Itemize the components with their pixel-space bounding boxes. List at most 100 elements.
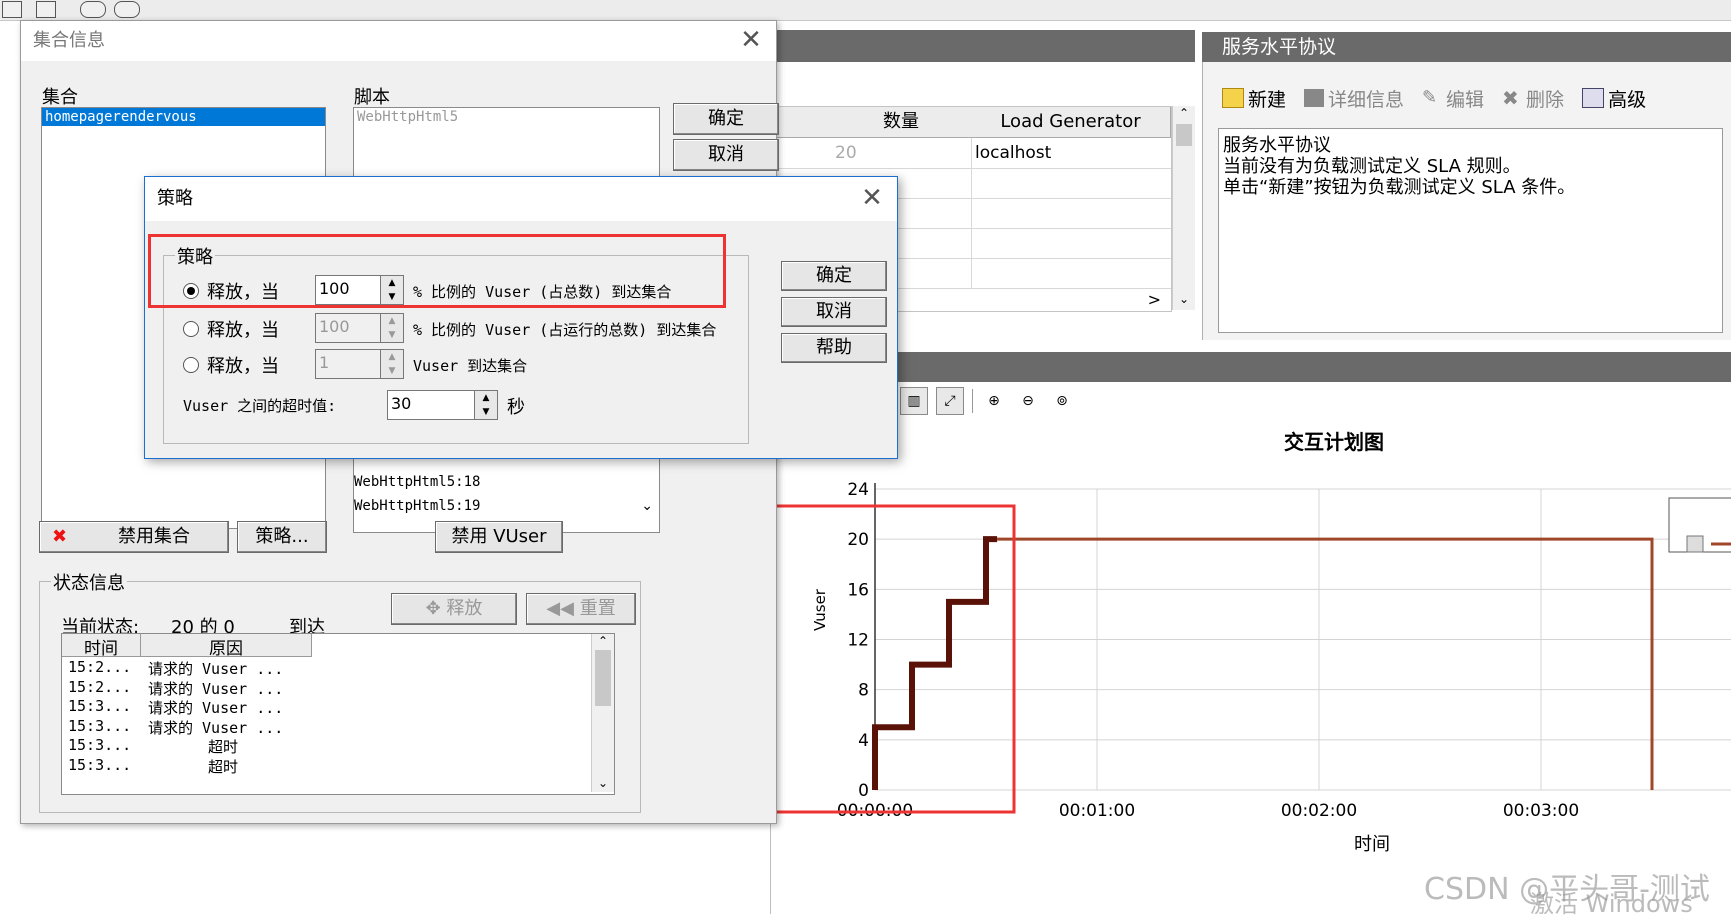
list-item[interactable]: WebHttpHtml5:19 [354,498,480,514]
log-scrollbar[interactable]: ⌃ ⌄ [591,634,614,792]
timeout-label: Vuser 之间的超时值: [183,397,337,415]
list-item[interactable]: WebHttpHtml5:18 [354,474,480,490]
chart-bar-view-icon[interactable]: ▥ [900,387,928,415]
zoom-reset-icon[interactable]: ⊚ [1049,388,1075,414]
release-button[interactable]: ✥ 释放 [391,593,517,625]
log-reason-cell: 超时 [208,738,239,756]
sla-edit-button[interactable]: ✎ 编辑 [1422,85,1484,112]
scroll-right-icon[interactable]: > [1148,290,1161,309]
table-row[interactable]: 15:2... 请求的 Vuser ... [68,678,548,698]
percent-running-input[interactable]: 100 ▲ ▼ [315,313,404,343]
toolbar-link-icon[interactable] [80,1,106,18]
scroll-down-icon[interactable]: ⌄ [641,498,653,514]
collection-label: 集合 [42,87,78,108]
scroll-thumb[interactable] [1176,124,1192,146]
disable-collection-label: 禁用集合 [118,526,190,547]
log-reason-cell: 请求的 Vuser ... [148,660,284,678]
policy-help-button[interactable]: 帮助 [781,333,887,363]
chart-series [872,536,1654,790]
scroll-up-icon[interactable]: ⌃ [1173,106,1195,120]
sla-advanced-label: 高级 [1608,88,1647,111]
collection-ok-button[interactable]: 确定 [673,103,779,135]
log-time-cell: 15:3... [68,716,132,735]
timeout-stepper[interactable]: ▲ ▼ [474,390,498,420]
release-label: 释放 [446,598,483,619]
stepper-down-icon[interactable]: ▼ [381,364,403,378]
policy-button[interactable]: 策略... [237,521,327,553]
scroll-up-icon[interactable]: ⌃ [592,634,614,648]
zoom-out-icon[interactable]: ⊖ [1015,388,1041,414]
scroll-down-icon[interactable]: ⌄ [592,776,614,790]
chart-toolbar: ▥ ⤢ ⊕ ⊖ ⊚ [900,384,1075,418]
toolbar-window-icon[interactable] [36,1,56,18]
table-row[interactable]: 15:3... 请求的 Vuser ... [68,716,548,737]
scroll-thumb[interactable] [595,650,611,706]
interactive-schedule-chart: 交互计划图 04812162024 00:00:00 00:01:00 00:02:… [754,430,1731,855]
toolbar-book-icon[interactable] [2,1,22,18]
series-line [997,537,1654,790]
release-running-radio[interactable] [183,321,199,337]
top-toolbar [0,0,1731,21]
toolbar-unlink-icon[interactable] [114,1,140,18]
chart-fit-icon[interactable]: ⤢ [936,387,964,415]
reset-button[interactable]: ◀◀ 重置 [526,593,636,625]
table-vertical-scrollbar[interactable]: ⌃ ⌄ [1172,106,1195,310]
x-axis-label: 时间 [1354,834,1390,855]
zoom-in-icon[interactable]: ⊕ [981,388,1007,414]
table-row[interactable]: 15:3... 请求的 Vuser ... [68,697,548,717]
sla-details-label: 详细信息 [1328,88,1405,111]
table-header-load-generator[interactable]: Load Generator [971,107,1171,138]
scroll-down-icon[interactable]: ⌄ [1173,292,1195,306]
disable-vuser-button[interactable]: 禁用 VUser [435,521,563,553]
vuser-count-input[interactable]: 1 ▲ ▼ [315,349,404,379]
table-header-quantity[interactable]: 数量 [831,107,972,138]
reset-label: 重置 [579,598,616,619]
sla-details-button[interactable]: 详细信息 [1304,85,1404,112]
stepper-up-icon[interactable]: ▲ [475,391,497,405]
log-header-time[interactable]: 时间 [62,634,141,659]
stepper-down-icon[interactable]: ▼ [381,328,403,342]
sla-delete-button[interactable]: ✖ 删除 [1502,85,1564,112]
collection-list-item[interactable]: homepagerendervous [42,108,325,126]
legend-checkbox[interactable] [1686,535,1704,553]
policy-ok-button[interactable]: 确定 [781,261,887,291]
collection-cancel-button[interactable]: 取消 [673,139,779,171]
timeout-input[interactable]: 30 ▲ ▼ [387,390,498,420]
y-tick-labels: 0 4 8 12 16 20 24 [847,480,869,801]
status-log-list[interactable]: 时间 原因 15:2... 请求的 Vuser ... 15:2... 请求的 Vus… [61,633,615,795]
stepper-up-icon[interactable]: ▲ [381,276,403,290]
option1-prefix: 释放，当 [207,282,279,303]
log-time-cell: 15:2... [68,658,132,676]
percent-total-input[interactable]: 100 ▲ ▼ [315,275,404,305]
option2-prefix: 释放，当 [207,320,279,341]
sla-panel-header: 服务水平协议 [1202,32,1731,62]
close-icon[interactable]: ✕ [738,27,764,53]
percent-running-stepper[interactable]: ▲ ▼ [380,313,404,343]
stepper-down-icon[interactable]: ▼ [475,405,497,419]
log-header-reason[interactable]: 原因 [141,634,312,659]
sla-advanced-button[interactable]: 高级 [1582,85,1646,112]
script-list-item[interactable]: WebHttpHtml5 [354,108,659,126]
stepper-down-icon[interactable]: ▼ [381,290,403,304]
close-icon[interactable]: ✕ [859,185,885,211]
policy-cancel-button[interactable]: 取消 [781,297,887,327]
y-tick-label: 4 [858,731,869,751]
move-icon: ✥ [425,598,441,619]
pencil-icon: ✎ [1422,87,1438,108]
release-total-radio[interactable] [183,283,199,299]
stepper-up-icon[interactable]: ▲ [381,314,403,328]
vuser-count-value: 1 [319,353,330,372]
disable-collection-button[interactable]: ✖ 禁用集合 [39,521,229,553]
table-row[interactable]: 15:2... 请求的 Vuser ... [68,658,548,678]
y-axis-label: Vuser [811,588,829,631]
table-row[interactable]: 15:3... 超时 [68,756,548,776]
table-row[interactable]: 15:3... 超时 [68,736,548,756]
stepper-up-icon[interactable]: ▲ [381,350,403,364]
chart-area: 交互计划图 0 4 8 12 16 20 24 00:00:00 00:01:00 00:02:… [754,418,1731,914]
percent-total-stepper[interactable]: ▲ ▼ [380,275,404,305]
series-line [872,536,998,790]
release-count-radio[interactable] [183,357,199,373]
vuser-count-stepper[interactable]: ▲ ▼ [380,349,404,379]
sla-new-button[interactable]: 新建 [1222,85,1286,112]
sla-text-line: 当前没有为负载测试定义 SLA 规则。 [1223,156,1521,177]
